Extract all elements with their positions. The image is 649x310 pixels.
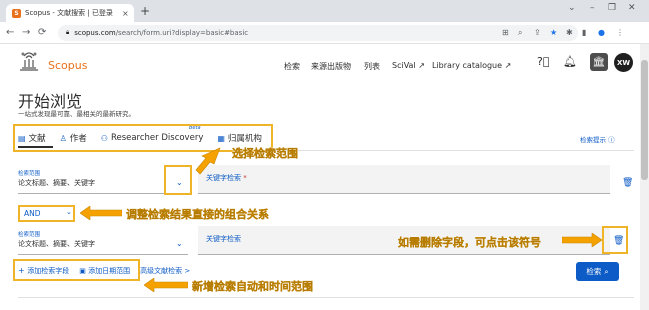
- help-icon[interactable]: ?⃝: [537, 56, 549, 68]
- scope-chevron-highlight: [164, 165, 192, 195]
- zoom-icon[interactable]: ⌕: [518, 28, 522, 38]
- nav-scival[interactable]: SciVal ↗: [392, 61, 425, 70]
- nav-sources[interactable]: 来源出版物: [311, 61, 351, 72]
- scopus-brand[interactable]: Scopus: [48, 59, 87, 72]
- translate-icon[interactable]: ⊞: [502, 28, 509, 38]
- add-field-highlight: [13, 259, 140, 281]
- browser-tab[interactable]: S Scopus - 文献搜索 | 已登录 ×: [6, 4, 134, 22]
- search-button-label: 检索: [586, 267, 602, 276]
- annotation-add-search-time: 新增检索自动和时间范围: [192, 280, 313, 293]
- annotation-arrow-icon: [195, 147, 221, 175]
- sidepanel-icon[interactable]: ▮: [582, 28, 586, 38]
- institution-icon[interactable]: 🏛︎: [590, 53, 608, 71]
- search-button[interactable]: 检索 ⌕: [576, 262, 619, 281]
- keyword-label: 关键字检索: [206, 235, 241, 243]
- chevron-down-icon[interactable]: ⌄: [176, 239, 183, 248]
- share-icon[interactable]: ⇪: [534, 28, 541, 38]
- back-icon[interactable]: ←: [6, 27, 14, 39]
- notification-bell-icon[interactable]: 🔔︎: [563, 56, 577, 68]
- extensions-icon[interactable]: ✱: [566, 28, 573, 38]
- close-tab-icon[interactable]: ×: [122, 9, 134, 18]
- search-scope-select-1[interactable]: 检索范围 论文标题、摘要、关键字 ⌄: [18, 165, 188, 194]
- delete-icon-highlight: [602, 226, 628, 254]
- tab-title: Scopus - 文献搜索 | 已登录: [25, 9, 113, 17]
- menu-kebab-icon[interactable]: ⋮: [616, 28, 624, 38]
- search-scope-select-2[interactable]: 检索范围 论文标题、摘要、关键字 ⌄: [18, 226, 188, 255]
- avatar[interactable]: XW: [614, 53, 633, 72]
- reload-icon[interactable]: ⟳: [38, 27, 46, 39]
- form-bottom-divider: [18, 297, 634, 298]
- scope-value: 论文标题、摘要、关键字: [18, 179, 95, 187]
- nav-search[interactable]: 检索: [284, 61, 300, 72]
- nav-lists[interactable]: 列表: [364, 61, 380, 72]
- url-path: /search/form.uri?display=basic#basic: [115, 29, 249, 37]
- tab-search-icon[interactable]: ⌄: [568, 3, 576, 13]
- annotation-arrow-icon: [144, 278, 188, 292]
- annotation-arrow-icon: [80, 206, 122, 220]
- elsevier-logo-icon[interactable]: [16, 50, 42, 74]
- advanced-search-link[interactable]: 高级文献检索 >: [140, 266, 190, 276]
- chevron-down-icon[interactable]: ⌄: [66, 208, 72, 216]
- url-field[interactable]: 🔒︎ scopus.com/search/form.uri?display=ba…: [58, 25, 578, 41]
- browser-tab-bar: S Scopus - 文献搜索 | 已登录 × + ⌄ – ❐ ✕: [0, 0, 649, 22]
- annotation-select-scope: 选择检索范围: [232, 147, 298, 160]
- delete-field-icon[interactable]: 🗑︎: [622, 178, 633, 188]
- scope-label: 检索范围: [18, 171, 41, 177]
- annotation-delete-field: 如需删除字段，可点击该符号: [398, 236, 541, 249]
- annotation-arrow-icon: [562, 233, 602, 247]
- url-host: scopus.com: [74, 29, 116, 37]
- profile-icon[interactable]: ●: [598, 28, 605, 38]
- minimize-icon[interactable]: –: [590, 3, 595, 13]
- scopus-favicon: S: [12, 8, 21, 18]
- scrollbar-thumb[interactable]: [641, 60, 648, 180]
- scope-label: 检索范围: [18, 232, 41, 238]
- page-subtitle: 一站式发现最可靠、最相关的最新研究。: [18, 110, 135, 118]
- search-tips-link[interactable]: 检索提示 ⓘ: [580, 134, 615, 144]
- operator-value: AND: [24, 209, 41, 218]
- restore-icon[interactable]: ❐: [608, 3, 616, 13]
- forward-icon[interactable]: →: [22, 27, 30, 39]
- keyword-search-input-1[interactable]: 关键字检索 *: [198, 165, 610, 194]
- bookmark-star-icon[interactable]: ★: [550, 28, 557, 38]
- lock-icon: 🔒︎: [66, 29, 70, 36]
- required-mark: *: [243, 174, 247, 182]
- new-tab-button[interactable]: +: [140, 5, 150, 17]
- scope-value: 论文标题、摘要、关键字: [18, 240, 95, 248]
- nav-library-catalogue[interactable]: Library catalogue ↗: [432, 61, 511, 70]
- browser-address-bar: ← → ⟳ 🔒︎ scopus.com/search/form.uri?disp…: [0, 22, 649, 44]
- search-icon: ⌕: [604, 266, 609, 276]
- close-window-icon[interactable]: ✕: [628, 3, 636, 13]
- scopus-header: Scopus 检索 来源出版物 列表 SciVal ↗ Library cata…: [0, 44, 640, 80]
- annotation-adjust-operator: 调整检索结果直接的组合关系: [126, 208, 269, 221]
